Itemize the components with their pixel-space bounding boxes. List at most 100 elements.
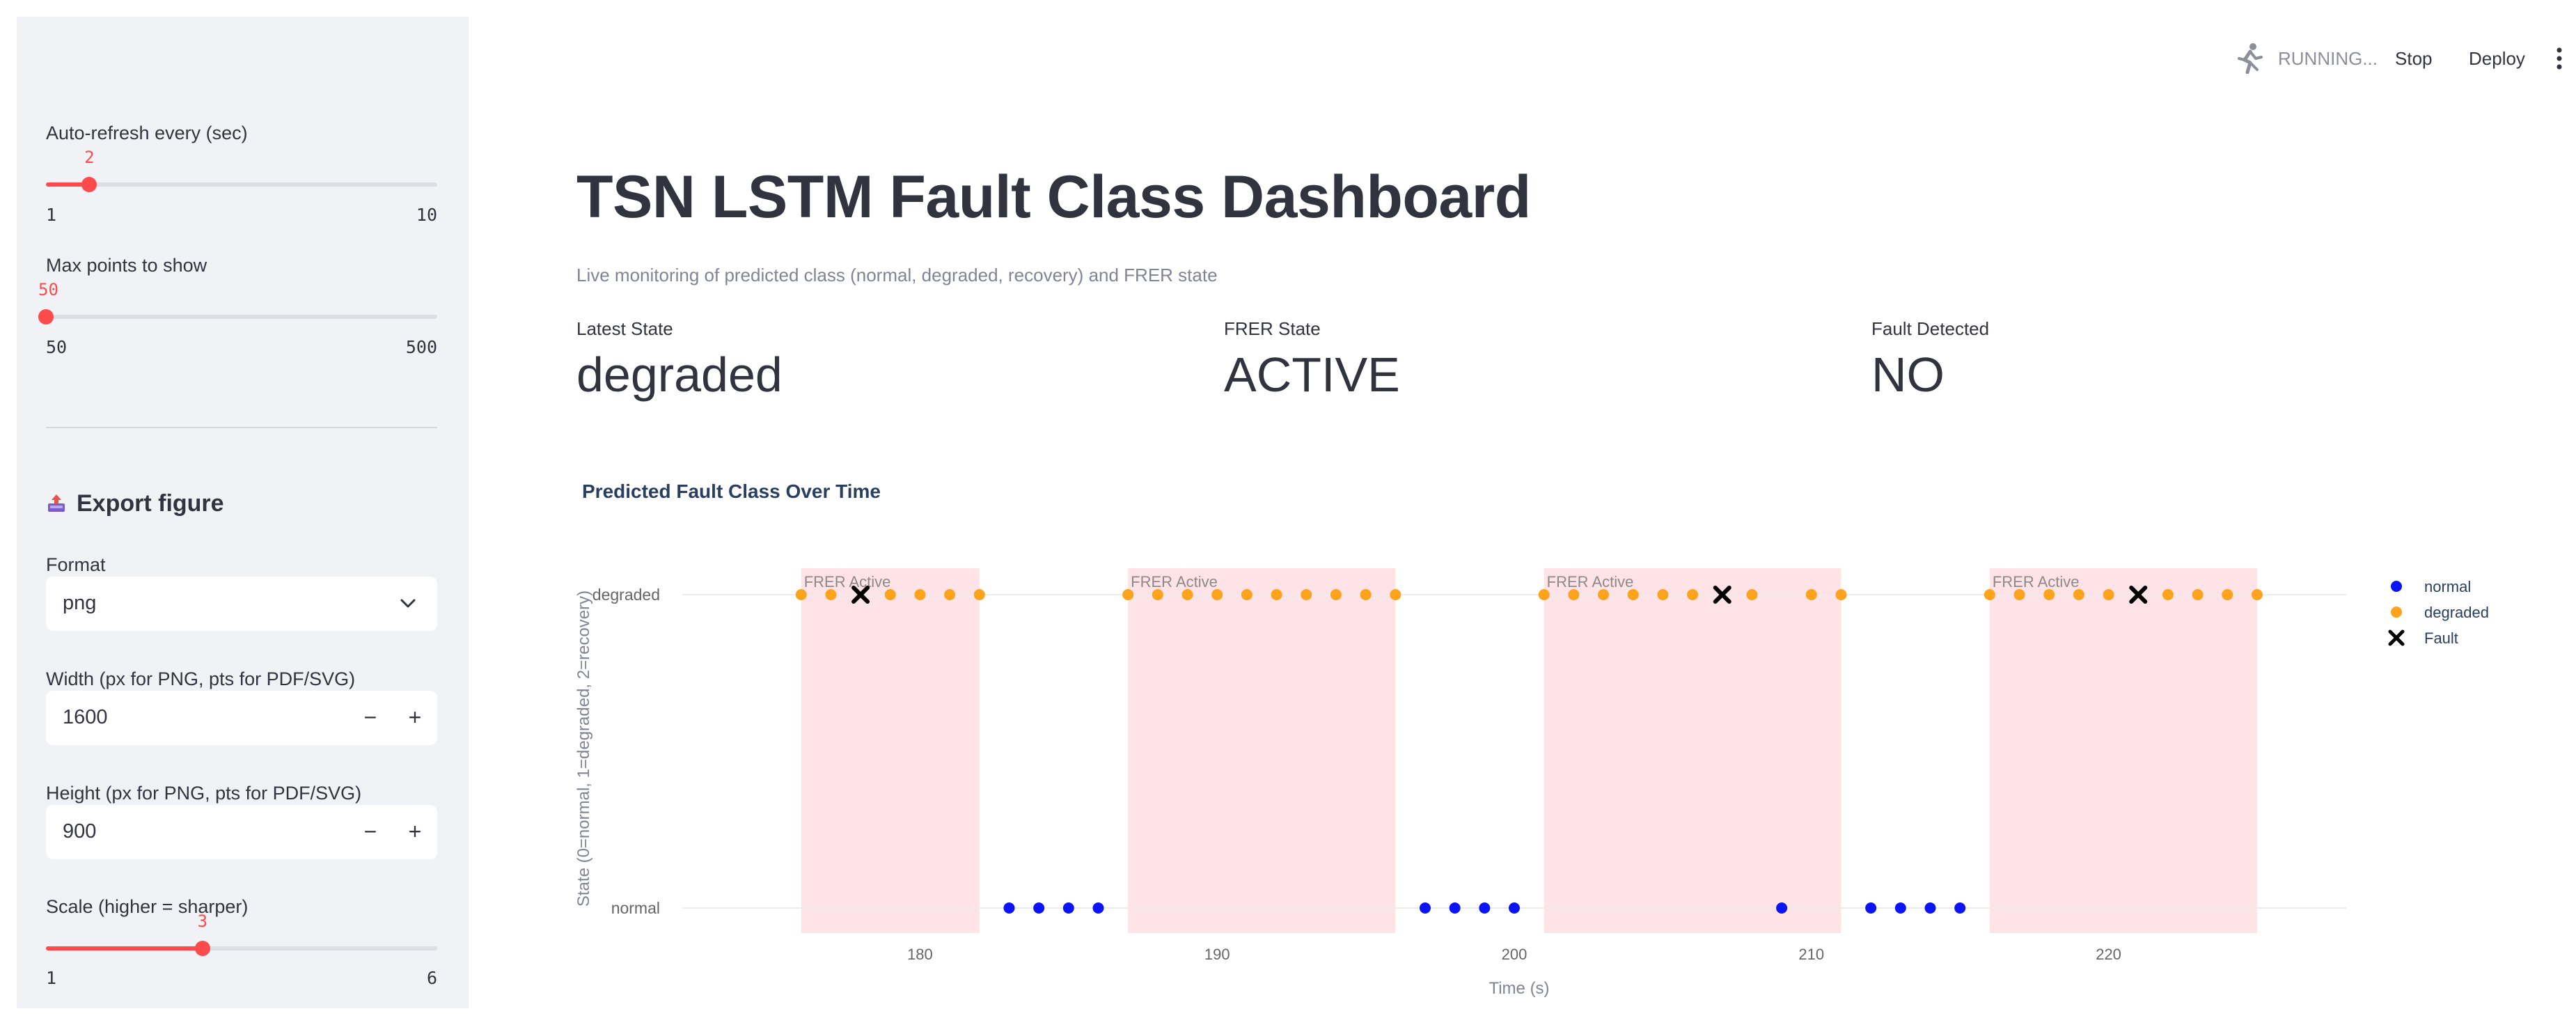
x-axis-label: Time (s) [1489, 979, 1549, 998]
normal-point [1062, 902, 1074, 914]
width-input[interactable]: 1600 − + [46, 691, 437, 745]
chart-legend[interactable]: normal degraded Fault [2388, 578, 2489, 647]
frer-band-2 [1544, 568, 1841, 933]
metric-latest-state-label: Latest State [576, 318, 673, 339]
degraded-point [1746, 589, 1758, 600]
refresh-slider-label: Auto-refresh every (sec) [46, 123, 248, 143]
normal-point [1449, 902, 1461, 914]
x-tick-220: 220 [2096, 946, 2121, 963]
height-label: Height (px for PNG, pts for PDF/SVG) [46, 783, 362, 804]
sidebar-divider [46, 427, 437, 428]
scale-slider-fill [46, 946, 203, 950]
width-decrement-button[interactable]: − [356, 703, 384, 731]
legend-item-fault[interactable]: Fault [2388, 629, 2458, 647]
frer-bands: FRER Active FRER Active FRER Active FRER Ac… [801, 568, 2257, 933]
frer-band-3 [1989, 568, 2257, 933]
degraded-point [1330, 589, 1342, 600]
height-decrement-button[interactable]: − [356, 817, 384, 845]
legend-marker-dot-icon [2391, 581, 2402, 592]
max-points-slider-label: Max points to show [46, 255, 207, 276]
degraded-point [1241, 589, 1252, 600]
page-title: TSN LSTM Fault Class Dashboard [576, 164, 1531, 230]
chevron-down-icon [400, 599, 416, 608]
legend-label: Fault [2424, 629, 2458, 647]
frer-band-label-0: FRER Active [804, 573, 891, 590]
degraded-point [1271, 589, 1282, 600]
degraded-point [1181, 589, 1193, 600]
frer-band-1 [1128, 568, 1396, 933]
degraded-point [1598, 589, 1610, 600]
degraded-point [2073, 589, 2084, 600]
degraded-point [1835, 589, 1847, 600]
max-points-slider-max: 500 [405, 337, 437, 357]
x-tick-180: 180 [907, 946, 933, 963]
width-label: Width (px for PNG, pts for PDF/SVG) [46, 668, 356, 689]
degraded-point [1152, 589, 1163, 600]
degraded-point [2013, 589, 2025, 600]
scale-slider-max: 6 [426, 968, 437, 988]
legend-item-normal[interactable]: normal [2391, 578, 2471, 595]
degraded-point [914, 589, 926, 600]
legend-marker-x-icon [2388, 629, 2405, 646]
format-select[interactable]: png [46, 577, 437, 631]
running-man-icon [162, 43, 163, 44]
normal-point [1003, 902, 1015, 914]
degraded-point [1627, 589, 1639, 600]
max-points-slider-thumb[interactable] [38, 309, 54, 324]
degraded-point [1301, 589, 1312, 600]
more-vertical-icon[interactable] [2554, 45, 2565, 72]
metric-frer-state-label: FRER State [1224, 318, 1321, 339]
max-points-slider[interactable]: 50 [38, 280, 437, 324]
y-tick-degraded: degraded [592, 586, 660, 604]
degraded-point [884, 589, 896, 600]
degraded-point [1538, 589, 1550, 600]
height-input[interactable]: 900 − + [46, 805, 437, 859]
normal-point [1092, 902, 1104, 914]
metric-fault-detected-value: NO [1871, 347, 1945, 402]
refresh-slider-max: 10 [416, 205, 437, 225]
scale-slider-label: Scale (higher = sharper) [46, 896, 249, 917]
scale-slider-min: 1 [46, 968, 57, 988]
refresh-slider-min: 1 [46, 205, 57, 225]
degraded-point [1390, 589, 1401, 600]
deploy-button[interactable]: Deploy [2469, 43, 2525, 74]
normal-point [1954, 902, 1966, 914]
max-points-slider-value: 50 [38, 280, 58, 299]
stop-button[interactable]: Stop [2395, 43, 2433, 74]
running-man-icon [2238, 43, 2263, 74]
export-header-label: Export figure [77, 490, 224, 517]
degraded-point [1122, 589, 1134, 600]
scale-slider[interactable]: 3 [46, 911, 437, 956]
degraded-point [1360, 589, 1372, 600]
running-status: RUNNING... [2278, 48, 2378, 69]
height-increment-button[interactable]: + [401, 817, 429, 845]
degraded-point [2192, 589, 2204, 600]
scale-slider-thumb[interactable] [194, 941, 210, 956]
degraded-point [1687, 589, 1699, 600]
refresh-slider[interactable]: 2 [46, 148, 437, 192]
normal-point [1419, 902, 1431, 914]
degraded-point [825, 589, 837, 600]
y-tick-normal: normal [611, 899, 660, 917]
y-axis-label: State (0=normal, 1=degraded, 2=recovery) [576, 590, 593, 907]
degraded-point [973, 589, 985, 600]
width-increment-button[interactable]: + [401, 703, 429, 731]
normal-point [1924, 902, 1936, 914]
refresh-slider-value: 2 [84, 148, 95, 167]
metric-latest-state-value: degraded [576, 347, 783, 402]
degraded-point [795, 589, 807, 600]
legend-label: degraded [2424, 604, 2489, 621]
metric-fault-detected-label: Fault Detected [1871, 318, 1990, 339]
max-points-slider-min: 50 [46, 337, 68, 357]
frer-band-label-3: FRER Active [1993, 573, 2080, 590]
degraded-point [1984, 589, 1995, 600]
legend-item-degraded[interactable]: degraded [2391, 604, 2489, 621]
normal-point [1509, 902, 1520, 914]
normal-point [1479, 902, 1491, 914]
degraded-point [2162, 589, 2174, 600]
refresh-slider-thumb[interactable] [81, 177, 97, 192]
degraded-point [2103, 589, 2114, 600]
degraded-point [2222, 589, 2233, 600]
degraded-point [2043, 589, 2055, 600]
degraded-point [1568, 589, 1580, 600]
